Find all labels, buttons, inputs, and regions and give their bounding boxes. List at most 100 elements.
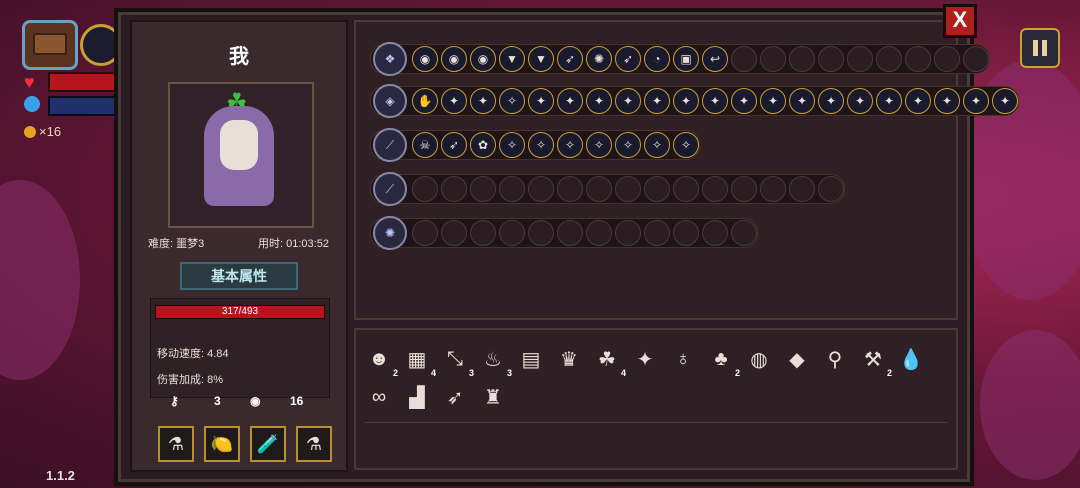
- skill-slot-icon[interactable]: ✦: [847, 88, 873, 114]
- skill-main-icon[interactable]: ❖: [373, 42, 407, 76]
- skill-slot-icon[interactable]: ◉: [470, 46, 496, 72]
- skill-slot-icon[interactable]: ✧: [499, 132, 525, 158]
- player-info-panel: 我 ☘ 难度: 噩梦3 用时: 01:03:52 基本属性 317/493 移动…: [130, 20, 348, 472]
- skill-slot-icon[interactable]: ✋: [412, 88, 438, 114]
- skill-slot-icon[interactable]: ✦: [731, 88, 757, 114]
- item-icon[interactable]: ♛: [554, 344, 584, 374]
- item-icon[interactable]: ▤: [516, 344, 546, 374]
- item-count: 4: [430, 368, 436, 378]
- skill-slot-icon[interactable]: ✦: [876, 88, 902, 114]
- empty-skill-slot: [470, 176, 496, 202]
- skill-slot-icon[interactable]: ➶: [441, 132, 467, 158]
- item-icon[interactable]: ⚲: [820, 344, 850, 374]
- item-icon[interactable]: ♁: [668, 344, 698, 374]
- skill-slot-icon[interactable]: ◉: [412, 46, 438, 72]
- key-count: 3: [214, 394, 221, 408]
- skill-slot-icon[interactable]: ✦: [789, 88, 815, 114]
- item-icon[interactable]: ➶: [440, 382, 470, 412]
- time-label: 用时: 01:03:52: [258, 238, 329, 250]
- item-icon[interactable]: ◍: [744, 344, 774, 374]
- skill-slot-icon[interactable]: ✦: [934, 88, 960, 114]
- item-icon[interactable]: ⚒ 2: [858, 344, 892, 379]
- character-sprite: [204, 106, 274, 206]
- skill-slot-icon[interactable]: ✦: [615, 88, 641, 114]
- empty-skill-slot: [702, 176, 728, 202]
- skill-slot-icon[interactable]: ◉: [441, 46, 467, 72]
- skill-slot-icon[interactable]: ✦: [673, 88, 699, 114]
- skill-slot-icon[interactable]: ✧: [615, 132, 641, 158]
- divider: [364, 422, 948, 423]
- potion-slot[interactable]: 🍋: [204, 426, 240, 462]
- empty-skill-slot: [615, 220, 641, 246]
- skill-slot-icon[interactable]: ✧: [528, 132, 554, 158]
- tab-basic-attributes[interactable]: 基本属性: [180, 262, 298, 290]
- skill-row: ⟋: [370, 172, 845, 206]
- skill-slot-icon[interactable]: ↩: [702, 46, 728, 72]
- skill-main-icon[interactable]: ⟋: [373, 172, 407, 206]
- potion-slot[interactable]: ⚗: [158, 426, 194, 462]
- empty-skill-slot: [934, 46, 960, 72]
- skill-slot-icon[interactable]: ✦: [818, 88, 844, 114]
- empty-skill-slot: [499, 176, 525, 202]
- skill-slot-icon[interactable]: ▼: [499, 46, 525, 72]
- empty-skill-slot: [760, 46, 786, 72]
- pause-button[interactable]: [1020, 28, 1060, 68]
- empty-skill-slot: [789, 176, 815, 202]
- skill-slot-icon[interactable]: ✦: [586, 88, 612, 114]
- skill-slot-icon[interactable]: ✺: [586, 46, 612, 72]
- skill-slot-icon[interactable]: ✦: [702, 88, 728, 114]
- skill-main-icon[interactable]: ✺: [373, 216, 407, 250]
- skill-slot-icon[interactable]: ➶: [615, 46, 641, 72]
- skill-slot-icon[interactable]: ✦: [557, 88, 583, 114]
- item-count: 2: [886, 368, 892, 378]
- skill-slot-icon[interactable]: ✧: [644, 132, 670, 158]
- skill-slot-icon[interactable]: ✦: [992, 88, 1018, 114]
- chest-icon[interactable]: [22, 20, 78, 70]
- skill-slot-icon[interactable]: ✦: [760, 88, 786, 114]
- empty-skill-slot: [441, 176, 467, 202]
- item-icon[interactable]: ☘ 4: [592, 344, 626, 379]
- skill-slot-icon[interactable]: ▣: [673, 46, 699, 72]
- item-icon[interactable]: ♨ 3: [478, 344, 512, 379]
- item-panel: ☻ 2 ▦ 4 ⤡ 3 ♨ 3 ▤ ♛ ☘ 4 ✦ ♁ ♣ 2 ◍ ◆ ⚲ ⚒ 2 💧 ∞ ▟ ➶ ♜: [354, 328, 958, 470]
- skill-slot-icon[interactable]: ✿: [470, 132, 496, 158]
- empty-skill-slot: [702, 220, 728, 246]
- skill-main-icon[interactable]: ◈: [373, 84, 407, 118]
- skill-slot-icon[interactable]: ✦: [528, 88, 554, 114]
- item-icon[interactable]: ✦: [630, 344, 660, 374]
- damage-bonus-stat: 伤害加成: 8%: [157, 374, 224, 386]
- item-icon[interactable]: ◆: [782, 344, 812, 374]
- skill-row: ❖ ◉ ◉ ◉ ▼ ▼ ➶ ✺ ➶ ◔ ▣ ↩: [370, 42, 990, 76]
- item-icon[interactable]: ☻ 2: [364, 344, 398, 379]
- skill-slot-icon[interactable]: ✦: [963, 88, 989, 114]
- empty-skill-slot: [557, 176, 583, 202]
- skill-slot-icon[interactable]: ✧: [673, 132, 699, 158]
- potion-slot[interactable]: ⚗: [296, 426, 332, 462]
- empty-skill-slot: [847, 46, 873, 72]
- skill-slot-icon[interactable]: ✦: [470, 88, 496, 114]
- skill-main-icon[interactable]: ⟋: [373, 128, 407, 162]
- item-icon[interactable]: ⤡ 3: [440, 344, 474, 379]
- item-icon[interactable]: ∞: [364, 382, 394, 412]
- item-icon[interactable]: ▟: [402, 382, 432, 412]
- item-icon[interactable]: 💧: [896, 344, 926, 374]
- heart-icon: ♥: [24, 72, 35, 92]
- skill-slot-icon[interactable]: ☠: [412, 132, 438, 158]
- skill-slot-icon[interactable]: ✧: [557, 132, 583, 158]
- skill-slot-icon[interactable]: ✧: [586, 132, 612, 158]
- skill-slot-icon[interactable]: ➶: [557, 46, 583, 72]
- skill-slot-icon[interactable]: ◔: [644, 46, 670, 72]
- potion-slot[interactable]: 🧪: [250, 426, 286, 462]
- item-icon[interactable]: ▦ 4: [402, 344, 436, 379]
- empty-skill-slot: [586, 176, 612, 202]
- skill-slot-icon[interactable]: ✦: [905, 88, 931, 114]
- item-icon[interactable]: ♣ 2: [706, 344, 740, 379]
- skill-slot-icon[interactable]: ✧: [499, 88, 525, 114]
- key-icon: ⚷: [170, 394, 179, 408]
- close-button[interactable]: X: [943, 4, 977, 38]
- item-icon[interactable]: ♜: [478, 382, 508, 412]
- skill-slot-icon[interactable]: ✦: [644, 88, 670, 114]
- empty-skill-slot: [528, 220, 554, 246]
- skill-slot-icon[interactable]: ▼: [528, 46, 554, 72]
- skill-slot-icon[interactable]: ✦: [441, 88, 467, 114]
